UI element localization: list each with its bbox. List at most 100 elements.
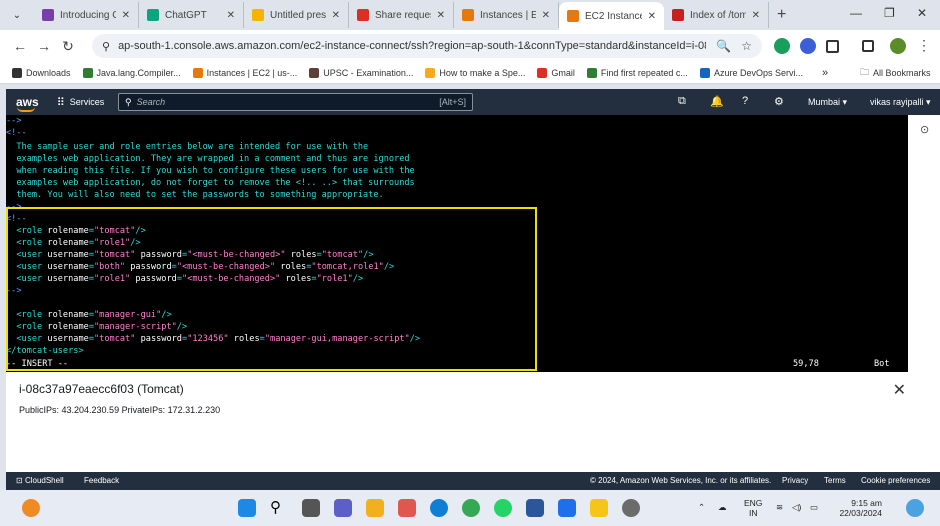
browser-tab[interactable]: ChatGPT ✕ (139, 2, 244, 28)
file-explorer-icon[interactable] (590, 499, 608, 517)
privacy-link[interactable]: Privacy (782, 476, 808, 485)
terminal-line: them. You will also need to set the pass… (6, 189, 383, 201)
terminal-line: The sample user and role entries below a… (6, 141, 368, 153)
language-indicator[interactable]: ENG IN (744, 498, 762, 518)
close-tab-icon[interactable]: ✕ (332, 10, 340, 21)
search-icon[interactable]: ⚲ (270, 498, 288, 516)
tab-search-button[interactable]: ⌄ (6, 4, 28, 26)
help-icon[interactable]: ? (742, 95, 748, 107)
bookmark-favicon-icon (309, 67, 320, 78)
bookmark-item[interactable]: UPSC - Examination... (309, 67, 413, 78)
extension-icon[interactable] (774, 38, 790, 54)
bookmark-item[interactable]: Find first repeated c... (586, 67, 688, 78)
back-icon[interactable]: ← (8, 38, 32, 54)
zoom-icon[interactable]: 🔍 (716, 39, 731, 53)
tab-title: Share request (375, 9, 431, 21)
close-tab-icon[interactable]: ✕ (227, 10, 235, 21)
instance-title: i-08c37a97eaecc6f03 (Tomcat) (19, 382, 184, 396)
bookmark-item[interactable]: How to make a Spe... (425, 67, 525, 78)
minimize-icon[interactable]: — (850, 6, 862, 20)
puzzle-icon[interactable] (826, 40, 839, 53)
reload-icon[interactable]: ↻ (56, 38, 80, 55)
browser-tab[interactable]: Untitled prese ✕ (244, 2, 349, 28)
bookmark-item[interactable]: Gmail (537, 67, 575, 78)
region-selector[interactable]: Mumbai ▾ (808, 97, 847, 108)
search-input[interactable]: ⚲ Search [Alt+S] (118, 93, 473, 111)
extension-icon[interactable] (800, 38, 816, 54)
favicon-icon (672, 9, 684, 21)
forward-icon[interactable]: → (32, 38, 56, 54)
cloudshell-link[interactable]: ⊡ CloudShell (16, 476, 64, 485)
omnibox[interactable]: ⚲ ap-south-1.console.aws.amazon.com/ec2-… (92, 34, 762, 58)
chevron-up-icon[interactable]: ⌃ (698, 502, 705, 512)
gear-icon[interactable]: ⚙ (774, 95, 784, 108)
store-icon[interactable] (398, 499, 416, 517)
task-view-icon[interactable] (302, 499, 320, 517)
bookmark-item[interactable]: Instances | EC2 | us-... (192, 67, 297, 78)
terminal-segment: The sample user and role entries below a… (6, 142, 369, 152)
files-icon[interactable] (366, 499, 384, 517)
start-icon[interactable] (238, 499, 256, 517)
bookmark-item[interactable]: Azure DevOps Servi... (699, 67, 803, 78)
more-bookmarks-icon[interactable]: » (822, 67, 828, 79)
app-icon[interactable] (558, 499, 576, 517)
avatar[interactable] (890, 38, 906, 54)
grid-icon: ⠿ (56, 96, 65, 109)
bookmark-item[interactable]: Java.lang.Compiler... (82, 67, 181, 78)
close-tab-icon[interactable]: ✕ (437, 10, 445, 21)
close-window-icon[interactable]: ✕ (917, 6, 927, 20)
browser-tab[interactable]: EC2 Instance ✕ (559, 2, 664, 30)
browser-tab[interactable]: Instances | EC ✕ (454, 2, 559, 28)
bookmark-favicon-icon (82, 67, 93, 78)
feedback-link[interactable]: Feedback (84, 476, 119, 485)
cloudshell-icon[interactable]: ⧉ (678, 95, 686, 108)
browser-tab[interactable]: Index of /tom ✕ (664, 2, 769, 28)
browser-tab[interactable]: Introducing C ✕ (34, 2, 139, 28)
close-tab-icon[interactable]: ✕ (752, 10, 760, 21)
aws-header: aws ⠿ Services ⚲ Search [Alt+S] ⧉ 🔔 ? ⚙ … (6, 89, 940, 115)
close-tab-icon[interactable]: ✕ (648, 11, 656, 22)
whatsapp-icon[interactable] (494, 499, 512, 517)
chrome-icon[interactable] (462, 499, 480, 517)
terminal-segment: --> (6, 116, 22, 126)
maximize-icon[interactable]: ❐ (884, 6, 895, 20)
terms-link[interactable]: Terms (824, 476, 846, 485)
services-menu[interactable]: ⠿ Services (57, 96, 105, 109)
windows-taskbar: ⚲ ⌃ ☁ ENG IN ≋ ◁) ▭ 9:15 am 22/03/2024 (0, 490, 940, 526)
close-tab-icon[interactable]: ✕ (122, 10, 130, 21)
word-icon[interactable] (526, 499, 544, 517)
settings-icon[interactable] (622, 499, 640, 517)
settings-circle-icon[interactable]: ⊙ (920, 123, 929, 136)
bookmark-item[interactable]: Downloads (12, 67, 71, 78)
bookmarks-bar: Downloads Java.lang.Compiler... Instances … (0, 62, 940, 84)
all-bookmarks[interactable]: 🗀 All Bookmarks (860, 65, 931, 81)
battery-icon[interactable]: ▭ (810, 502, 818, 512)
edge-icon[interactable] (430, 499, 448, 517)
copilot-icon[interactable] (906, 499, 924, 517)
onedrive-icon[interactable]: ☁ (718, 502, 727, 512)
teams-icon[interactable] (334, 499, 352, 517)
widgets-icon[interactable] (22, 499, 40, 517)
favicon-icon (357, 9, 369, 21)
kebab-menu-icon[interactable]: ⋮ (912, 37, 936, 54)
chevron-down-icon: ⌄ (12, 9, 22, 21)
new-tab-button[interactable]: + (777, 6, 786, 24)
url-text: ap-south-1.console.aws.amazon.com/ec2-in… (118, 40, 707, 52)
tab-title: ChatGPT (165, 9, 207, 21)
wifi-icon[interactable]: ≋ (776, 502, 783, 512)
bell-icon[interactable]: 🔔 (710, 95, 724, 108)
bookmark-favicon-icon (699, 67, 710, 78)
site-info-icon[interactable]: ⚲ (102, 40, 110, 53)
close-tab-icon[interactable]: ✕ (542, 10, 550, 21)
volume-icon[interactable]: ◁) (792, 502, 801, 512)
cookie-preferences-link[interactable]: Cookie preferences (861, 476, 930, 485)
cursor-position: 59,78 (793, 359, 819, 369)
account-menu[interactable]: vikas rayipalli ▾ (870, 97, 931, 108)
close-icon[interactable]: ✕ (893, 380, 906, 400)
sidepanel-icon[interactable] (862, 40, 874, 52)
star-icon[interactable]: ☆ (741, 39, 752, 53)
tab-title: Index of /tom (690, 9, 746, 21)
clock[interactable]: 9:15 am 22/03/2024 (832, 498, 882, 518)
aws-logo[interactable]: aws (16, 95, 39, 112)
browser-tab[interactable]: Share request ✕ (349, 2, 454, 28)
